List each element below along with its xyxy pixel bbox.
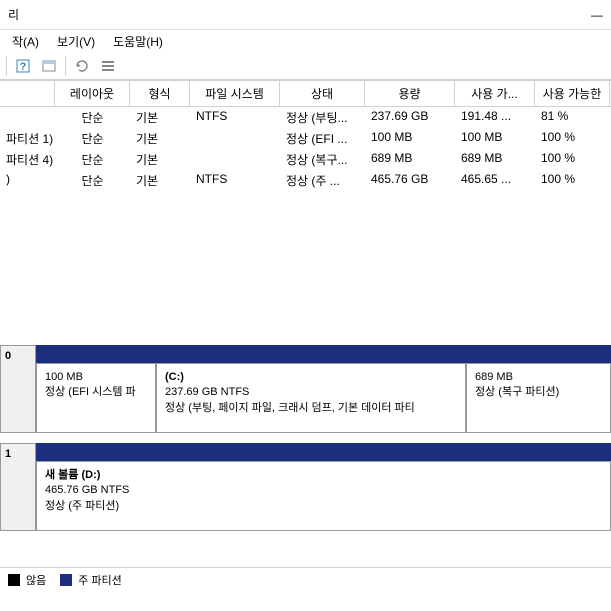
svg-text:?: ? [20, 61, 27, 73]
disk-1-partitions: 새 볼륨 (D:) 465.76 GB NTFS 정상 (주 파티션) [36, 443, 611, 531]
partition-d[interactable]: 새 볼륨 (D:) 465.76 GB NTFS 정상 (주 파티션) [36, 461, 611, 531]
menu-help[interactable]: 도움말(H) [105, 31, 171, 52]
help-icon[interactable]: ? [11, 54, 35, 78]
table-row[interactable]: ) 단순 기본 NTFS 정상 (주 ... 465.76 GB 465.65 … [0, 170, 611, 191]
col-volume[interactable] [0, 81, 55, 106]
disk-0-header-bar [36, 345, 611, 363]
col-state[interactable]: 상태 [280, 81, 365, 106]
minimize-button[interactable]: — [591, 8, 603, 22]
col-capacity[interactable]: 용량 [365, 81, 455, 106]
disk-1-label[interactable]: 1 [0, 443, 36, 531]
window-title: 리 [8, 6, 19, 23]
menu-view[interactable]: 보기(V) [49, 31, 103, 52]
partition-recovery[interactable]: 689 MB 정상 (복구 파티션) [466, 363, 611, 433]
col-type[interactable]: 형식 [130, 81, 190, 106]
swatch-unallocated [8, 574, 20, 586]
disk-1-row: 1 새 볼륨 (D:) 465.76 GB NTFS 정상 (주 파티션) [0, 443, 611, 531]
disk-graphical-view: 0 100 MB 정상 (EFI 시스템 파 (C:) 237.69 GB NT… [0, 345, 611, 533]
legend: 않음 주 파티션 [0, 567, 611, 591]
list-icon[interactable] [96, 54, 120, 78]
menubar: 작(A) 보기(V) 도움말(H) [0, 30, 611, 52]
col-filesystem[interactable]: 파일 시스템 [190, 81, 280, 106]
legend-unallocated: 않음 [8, 572, 46, 588]
list-header: 레이아웃 형식 파일 시스템 상태 용량 사용 가... 사용 가능한 [0, 81, 611, 107]
col-used[interactable]: 사용 가... [455, 81, 535, 106]
window-controls: — [591, 8, 603, 22]
col-free[interactable]: 사용 가능한 [535, 81, 610, 106]
list-body: 단순 기본 NTFS 정상 (부팅... 237.69 GB 191.48 ..… [0, 107, 611, 191]
titlebar: 리 — [0, 0, 611, 30]
swatch-primary [60, 574, 72, 586]
disk-0-label[interactable]: 0 [0, 345, 36, 433]
disk-0-row: 0 100 MB 정상 (EFI 시스템 파 (C:) 237.69 GB NT… [0, 345, 611, 433]
disk-0-partitions: 100 MB 정상 (EFI 시스템 파 (C:) 237.69 GB NTFS… [36, 345, 611, 433]
table-row[interactable]: 파티션 1) 단순 기본 정상 (EFI ... 100 MB 100 MB 1… [0, 128, 611, 149]
toolbar: ? [0, 52, 611, 80]
table-row[interactable]: 파티션 4) 단순 기본 정상 (복구... 689 MB 689 MB 100… [0, 149, 611, 170]
toolbar-separator [6, 56, 7, 76]
col-layout[interactable]: 레이아웃 [55, 81, 130, 106]
disk-1-header-bar [36, 443, 611, 461]
refresh-icon[interactable] [70, 54, 94, 78]
partition-efi[interactable]: 100 MB 정상 (EFI 시스템 파 [36, 363, 156, 433]
properties-icon[interactable] [37, 54, 61, 78]
partition-c[interactable]: (C:) 237.69 GB NTFS 정상 (부팅, 페이지 파일, 크래시 … [156, 363, 466, 433]
table-row[interactable]: 단순 기본 NTFS 정상 (부팅... 237.69 GB 191.48 ..… [0, 107, 611, 128]
volume-list: 레이아웃 형식 파일 시스템 상태 용량 사용 가... 사용 가능한 단순 기… [0, 80, 611, 191]
menu-action[interactable]: 작(A) [4, 31, 47, 52]
toolbar-separator [65, 56, 66, 76]
legend-primary: 주 파티션 [60, 572, 122, 588]
